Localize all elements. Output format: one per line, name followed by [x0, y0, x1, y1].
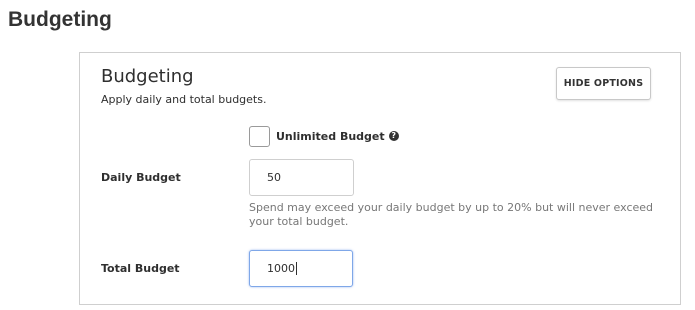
total-budget-input[interactable]: 1000	[249, 250, 353, 287]
panel-subtitle: Apply daily and total budgets.	[101, 93, 267, 106]
unlimited-budget-label[interactable]: Unlimited Budget	[276, 130, 385, 143]
help-icon[interactable]: ?	[388, 131, 399, 141]
total-budget-label: Total Budget	[101, 262, 180, 275]
daily-budget-label: Daily Budget	[101, 171, 181, 184]
text-caret	[296, 262, 297, 275]
page-title: Budgeting	[8, 8, 112, 31]
panel-title: Budgeting	[101, 66, 194, 87]
daily-budget-value: 50	[267, 171, 281, 184]
daily-budget-input[interactable]: 50	[249, 159, 354, 196]
unlimited-budget-row: Unlimited Budget ?	[249, 125, 399, 147]
unlimited-budget-checkbox[interactable]	[249, 125, 270, 147]
daily-budget-hint: Spend may exceed your daily budget by up…	[249, 201, 654, 228]
hide-options-button[interactable]: HIDE OPTIONS	[556, 67, 651, 100]
total-budget-value: 1000	[267, 262, 295, 275]
budgeting-panel: Budgeting Apply daily and total budgets.…	[79, 52, 681, 305]
